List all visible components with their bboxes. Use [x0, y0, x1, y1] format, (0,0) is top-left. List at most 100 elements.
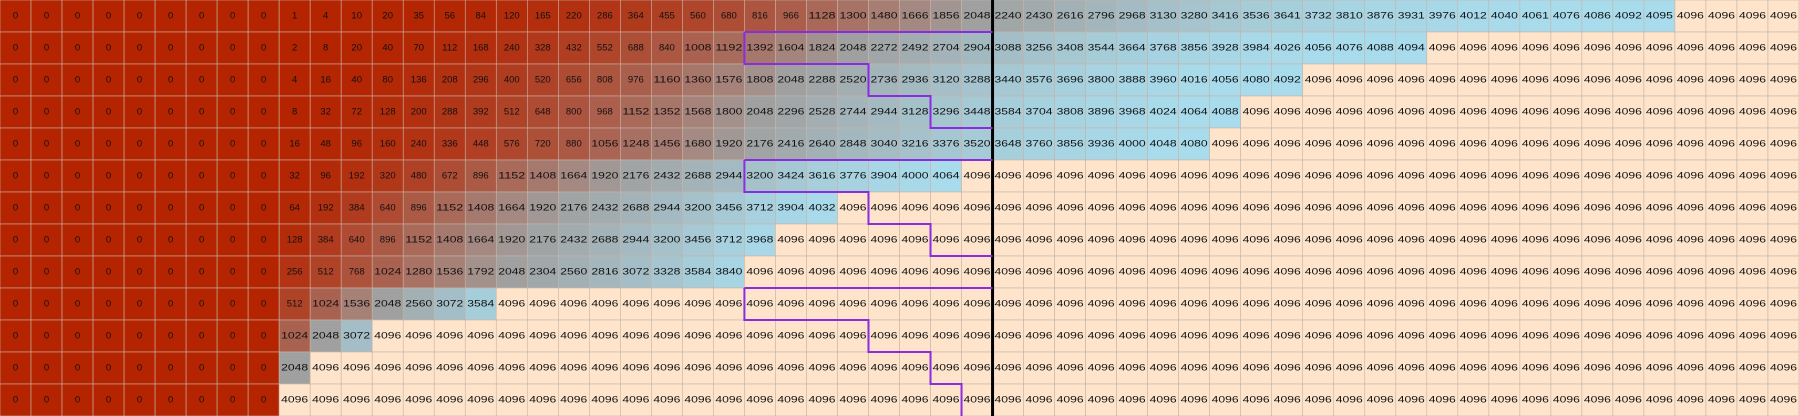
cell-value-label: 3576 — [1026, 75, 1053, 86]
cell-value-label: 4096 — [405, 363, 432, 374]
cell-value-label: 2432 — [653, 171, 680, 182]
cell-value-label: 2944 — [870, 107, 897, 118]
cell-value-label: 1568 — [684, 107, 711, 118]
cell-value-label: 4096 — [1739, 203, 1766, 214]
cell-value-label: 200 — [411, 107, 427, 118]
cell-value-label: 4096 — [870, 331, 897, 342]
cell-value-label: 4095 — [1646, 11, 1673, 22]
cell-value-label: 4096 — [1336, 363, 1363, 374]
cell-value-label: 4096 — [1119, 395, 1146, 406]
cell-value-label: 70 — [413, 43, 424, 54]
cell-value-label: 1604 — [777, 43, 804, 54]
cell-value-label: 4096 — [1274, 203, 1301, 214]
cell-value-label: 4096 — [777, 331, 804, 342]
cell-value-label: 0 — [168, 331, 173, 342]
cell-value-label: 0 — [44, 235, 49, 246]
cell-value-label: 2848 — [839, 139, 866, 150]
cell-value-label: 4096 — [933, 203, 960, 214]
cell-value-label: 4096 — [622, 331, 649, 342]
cell-value-label: 4096 — [1646, 203, 1673, 214]
cell-value-label: 4096 — [933, 363, 960, 374]
cell-value-label: 1456 — [653, 139, 680, 150]
cell-value-label: 4096 — [808, 331, 835, 342]
cell-value-label: 0 — [13, 75, 18, 86]
cell-value-label: 4096 — [1646, 299, 1673, 310]
cell-value-label: 4096 — [1491, 75, 1518, 86]
cell-value-label: 3810 — [1336, 11, 1363, 22]
cell-value-label: 0 — [13, 11, 18, 22]
cell-value-label: 4096 — [1212, 267, 1239, 278]
cell-value-label: 1152 — [405, 235, 432, 246]
cell-value-label: 296 — [473, 75, 489, 86]
cell-value-label: 4096 — [1770, 299, 1797, 310]
cell-value-label: 4096 — [1739, 267, 1766, 278]
heatmap-svg: 0 0 0 0 0 0 0 0 0 1 4 10 20 35 56 84 120 165 220 286 364 455 5… — [0, 0, 1799, 416]
cell-value-label: 4096 — [1212, 363, 1239, 374]
cell-value-label: 4096 — [964, 299, 991, 310]
cell-value-label: 2048 — [777, 75, 804, 86]
cell-value-label: 1300 — [839, 11, 866, 22]
cell-value-label: 4064 — [933, 171, 960, 182]
cell-value-label: 0 — [261, 235, 266, 246]
cell-value-label: 4096 — [715, 395, 742, 406]
cell-value-label: 3440 — [995, 75, 1022, 86]
cell-value-label: 2944 — [653, 203, 680, 214]
heatmap-chart: 0 0 0 0 0 0 0 0 0 1 4 10 20 35 56 84 120 165 220 286 364 455 5… — [0, 0, 1799, 416]
cell-value-label: 0 — [75, 267, 80, 278]
cell-value-label: 4096 — [1460, 331, 1487, 342]
cell-value-label: 672 — [442, 171, 458, 182]
cell-value-label: 4096 — [964, 203, 991, 214]
cell-value-label: 1800 — [715, 107, 742, 118]
cell-value-label: 3416 — [1212, 11, 1239, 22]
cell-value-label: 0 — [261, 331, 266, 342]
cell-value-label: 4096 — [1367, 139, 1394, 150]
cell-value-label: 4096 — [343, 363, 370, 374]
cell-value-label: 4096 — [1615, 267, 1642, 278]
cell-value-label: 4056 — [1305, 43, 1332, 54]
cell-value-label: 4096 — [1770, 11, 1797, 22]
cell-value-label: 1408 — [467, 203, 494, 214]
cell-value-label: 0 — [168, 267, 173, 278]
cell-value-label: 4096 — [1615, 75, 1642, 86]
cell-value-label: 4096 — [839, 331, 866, 342]
cell-value-label: 0 — [13, 299, 18, 310]
cell-value-label: 0 — [137, 299, 142, 310]
cell-value-label: 4096 — [1212, 139, 1239, 150]
cell-value-label: 4096 — [777, 235, 804, 246]
cell-value-label: 2416 — [777, 139, 804, 150]
cell-value-label: 4096 — [684, 331, 711, 342]
cell-value-label: 0 — [13, 331, 18, 342]
cell-value-label: 896 — [411, 203, 427, 214]
cell-value-label: 4096 — [1460, 299, 1487, 310]
cell-value-label: 4096 — [839, 203, 866, 214]
cell-value-label: 4096 — [1708, 203, 1735, 214]
cell-value-label: 4096 — [1398, 203, 1425, 214]
cell-value-label: 0 — [75, 235, 80, 246]
cell-value-label: 3696 — [1057, 75, 1084, 86]
cell-value-label: 4096 — [1708, 331, 1735, 342]
cell-value-label: 0 — [261, 171, 266, 182]
cell-value-label: 4076 — [1336, 43, 1363, 54]
cell-value-label: 4096 — [1553, 299, 1580, 310]
cell-value-label: 4096 — [622, 299, 649, 310]
cell-value-label: 1392 — [746, 43, 773, 54]
cell-value-label: 4096 — [1026, 331, 1053, 342]
cell-value-label: 4096 — [1274, 139, 1301, 150]
cell-value-label: 4096 — [1708, 11, 1735, 22]
cell-value-label: 4096 — [1429, 203, 1456, 214]
cell-value-label: 4096 — [746, 331, 773, 342]
cell-value-label: 4096 — [1181, 299, 1208, 310]
cell-value-label: 4096 — [1367, 299, 1394, 310]
cell-value-label: 2688 — [684, 171, 711, 182]
cell-value-label: 4012 — [1460, 11, 1487, 22]
cell-value-label: 4096 — [1522, 395, 1549, 406]
cell-value-label: 3616 — [808, 171, 835, 182]
cell-value-label: 4096 — [1305, 171, 1332, 182]
cell-value-label: 1664 — [467, 235, 494, 246]
cell-value-label: 0 — [137, 139, 142, 150]
cell-value-label: 4096 — [1615, 235, 1642, 246]
cell-value-label: 0 — [106, 139, 111, 150]
cell-value-label: 4096 — [1336, 331, 1363, 342]
cell-value-label: 0 — [75, 43, 80, 54]
cell-value-label: 4088 — [1212, 107, 1239, 118]
